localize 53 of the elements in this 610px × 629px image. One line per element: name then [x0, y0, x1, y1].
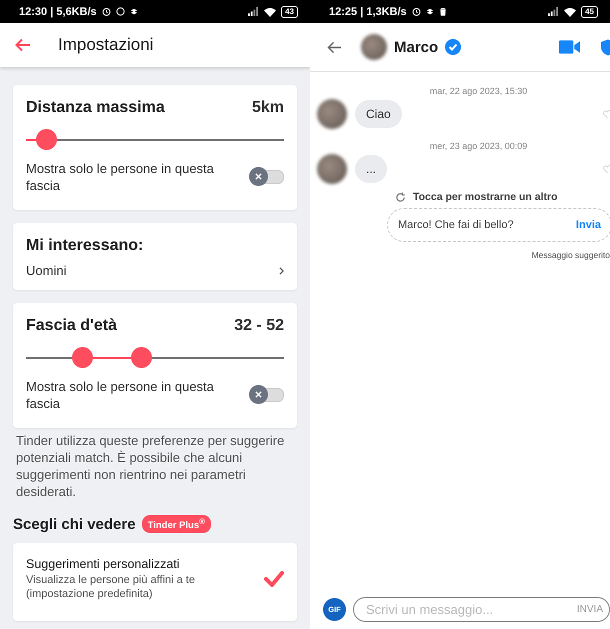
- contact-name: Marco: [394, 38, 438, 56]
- page-title: Impostazioni: [58, 35, 154, 55]
- alarm-icon: [102, 7, 111, 16]
- wifi-icon: [264, 6, 276, 16]
- avatar[interactable]: [317, 99, 347, 129]
- setting-title: Distanza massima: [26, 99, 165, 117]
- box-icon: [130, 8, 138, 16]
- back-arrow-icon[interactable]: [15, 38, 31, 52]
- alarm-icon: [412, 7, 421, 16]
- slider-handle[interactable]: [131, 347, 152, 368]
- toggle-label: Mostra solo le persone in questa fascia: [26, 160, 215, 194]
- refresh-link[interactable]: Tocca per mostrarne un altro: [413, 191, 558, 203]
- slider-handle[interactable]: [36, 129, 57, 150]
- setting-title: Mi interessano:: [26, 237, 144, 255]
- message-bubble: Ciao: [355, 100, 402, 128]
- chevron-right-icon: [279, 266, 284, 274]
- trash-icon: [438, 7, 447, 16]
- signal-icon: [248, 7, 260, 16]
- info-text: Tinder utilizza queste preferenze per suggerire potenziali match. È possibile che alcuni suggerimenti non rientrino nei parametri desiderati.: [16, 432, 286, 500]
- box-icon: [426, 8, 434, 16]
- message-date: mer, 23 ago 2023, 00:09: [430, 141, 528, 151]
- avatar[interactable]: [317, 154, 347, 184]
- cross-icon: [255, 391, 262, 398]
- video-camera-icon[interactable]: [559, 40, 580, 54]
- setting-title: Fascia d'età: [26, 317, 117, 335]
- avatar[interactable]: [361, 34, 387, 60]
- toggle-switch[interactable]: [250, 388, 284, 402]
- status-time: 12:30 | 5,6KB/s: [19, 6, 97, 18]
- refresh-icon[interactable]: [395, 192, 406, 202]
- section-title: Scegli chi vedere: [13, 516, 136, 533]
- toggle-label: Mostra solo le persone in questa fascia: [26, 378, 215, 412]
- suggestion-caption: Messaggio suggerito: [532, 250, 610, 260]
- setting-value: 32 - 52: [234, 317, 284, 335]
- suggested-text: Marco! Che fai di bello?: [398, 219, 514, 231]
- toggle-switch[interactable]: [250, 170, 284, 184]
- setting-value: 5km: [252, 99, 284, 117]
- back-arrow-icon[interactable]: [327, 40, 342, 54]
- plan-badge: Tinder Plus$^{®}$: [142, 515, 211, 534]
- settings-card[interactable]: Mi interessano: Uomini: [13, 223, 297, 290]
- send-suggestion-button[interactable]: Invia: [576, 219, 601, 231]
- option-description: Visualizza le persone più affini a te (impostazione predefinita): [26, 573, 196, 602]
- battery-indicator: 43: [281, 6, 298, 18]
- message-bubble: ...: [355, 155, 388, 183]
- option-row[interactable]: Suggerimenti personalizzati Visualizza le persone più affini a te (impostazione predefinita): [13, 543, 297, 622]
- signal-icon: [548, 7, 560, 16]
- option-title: Suggerimenti personalizzati: [26, 557, 181, 572]
- message-date: mar, 22 ago 2023, 15:30: [430, 86, 528, 96]
- battery-indicator: 45: [581, 6, 598, 18]
- wifi-icon: [564, 6, 576, 16]
- setting-value: Uomini: [26, 263, 66, 278]
- status-time: 12:25 | 1,3KB/s: [329, 6, 407, 18]
- cross-icon: [255, 173, 262, 180]
- slider-handle[interactable]: [72, 347, 94, 368]
